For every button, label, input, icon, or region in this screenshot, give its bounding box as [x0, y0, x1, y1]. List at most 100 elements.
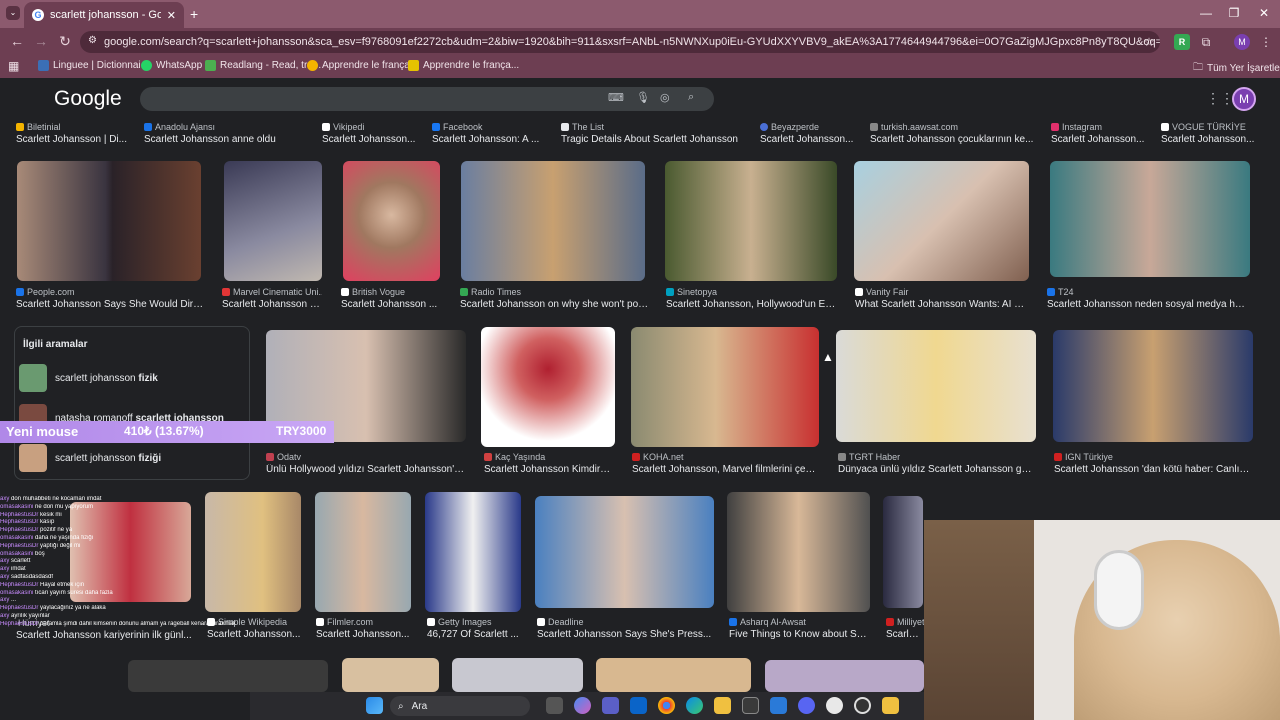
menu-icon[interactable]: ⋮	[1258, 34, 1274, 50]
copilot-icon[interactable]	[574, 697, 591, 714]
result-image[interactable]	[481, 327, 615, 447]
search-input[interactable]: ⌨ 🎙 ◎ ⌕	[140, 87, 714, 111]
result-caption[interactable]: Scarlett Johansson neden sosyal medya he…	[1047, 299, 1247, 310]
result-image[interactable]	[727, 492, 870, 612]
result-caption[interactable]: Scarlett Johansson: A ...	[432, 134, 544, 145]
result-caption[interactable]: Scarlett Johansson...	[760, 134, 856, 145]
result-source[interactable]: Sinetopya	[666, 287, 836, 297]
result-source[interactable]: Radio Times	[460, 287, 650, 297]
extension-r-icon[interactable]: R	[1174, 34, 1190, 50]
result-caption[interactable]: Dünyaca ünlü yıldız Scarlett Johansson g…	[838, 464, 1034, 475]
result-caption[interactable]: What Scarlett Johansson Wants: AI B...	[855, 299, 1027, 310]
store-icon[interactable]	[742, 697, 759, 714]
task-view-icon[interactable]	[546, 697, 563, 714]
result-source[interactable]: Kaç Yaşında	[484, 452, 614, 462]
teams-icon[interactable]	[602, 697, 619, 714]
microphone-icon[interactable]: 🎙	[636, 91, 650, 104]
result-source[interactable]: VOGUE TÜRKİYE	[1161, 122, 1261, 132]
result-source[interactable]: Odatv	[266, 452, 466, 462]
result-caption[interactable]: Scarlett Johansson Kimdir?...	[484, 464, 614, 475]
discord-icon[interactable]	[798, 697, 815, 714]
keyboard-icon[interactable]: ⌨	[608, 91, 624, 104]
result-source[interactable]: KOHA.net	[632, 452, 818, 462]
result-caption[interactable]: Scarlett Johansson | Di...	[16, 134, 136, 145]
result-image[interactable]	[425, 492, 521, 612]
result-image[interactable]	[596, 658, 751, 692]
result-caption[interactable]: Scarlett Johansson 'dan kötü haber: Canl…	[1054, 464, 1250, 475]
result-caption[interactable]: Scarlett Johansson Says She Would Dire..…	[16, 299, 206, 310]
back-button[interactable]: ←	[6, 33, 28, 49]
edge-icon[interactable]	[686, 697, 703, 714]
site-info-icon[interactable]: ⚙	[88, 35, 97, 46]
address-bar[interactable]: ⚙ google.com/search?q=scarlett+johansson…	[80, 31, 1160, 53]
result-caption[interactable]: Scarlett ...	[886, 629, 924, 640]
result-source[interactable]: T24	[1047, 287, 1247, 297]
restore-button[interactable]: ❐	[1226, 6, 1242, 20]
tab-active[interactable]: G scarlett johansson - Google'da A ✕	[24, 2, 184, 28]
result-caption[interactable]: Scarlett Johansson ...	[341, 299, 441, 310]
result-image[interactable]	[836, 330, 1036, 442]
start-button[interactable]	[366, 697, 383, 714]
bookmark-apprendre-1[interactable]: Apprendre le français	[307, 60, 417, 71]
result-source[interactable]: Vanity Fair	[855, 287, 1025, 297]
result-caption[interactable]: Scarlett Johansson, Marvel filmlerini çe…	[632, 464, 818, 475]
related-search-item[interactable]: scarlett johansson fiziği	[19, 443, 247, 473]
result-caption[interactable]: Scarlett Johansson...	[1051, 134, 1146, 145]
result-source[interactable]: IGN Türkiye	[1054, 452, 1254, 462]
result-image[interactable]	[315, 492, 411, 612]
result-image[interactable]	[883, 496, 923, 608]
result-source[interactable]: Instagram	[1051, 122, 1151, 132]
result-image[interactable]	[343, 161, 440, 281]
result-source[interactable]: Milliyet	[886, 617, 924, 627]
result-image[interactable]	[665, 161, 837, 281]
result-source[interactable]: Deadline	[537, 617, 715, 627]
result-caption[interactable]: Scarlett Johansson...	[322, 134, 426, 145]
search-icon[interactable]: ⌕	[688, 91, 694, 104]
result-caption[interactable]: Scarlett Johansson on why she won't poli…	[460, 299, 650, 310]
result-caption[interactable]: Scarlett Johansson, Hollywood'un En...	[666, 299, 838, 310]
result-source[interactable]: Facebook	[432, 122, 552, 132]
result-image[interactable]	[535, 496, 714, 608]
result-source[interactable]: TGRT Haber	[838, 452, 1038, 462]
result-source[interactable]: turkish.aawsat.com	[870, 122, 1040, 132]
result-source[interactable]: Filmler.com	[316, 617, 416, 627]
result-source[interactable]: Marvel Cinematic Uni...	[222, 287, 322, 297]
outlook-icon[interactable]	[630, 697, 647, 714]
result-caption[interactable]: Five Things to Know about Sc...	[729, 629, 867, 640]
result-caption[interactable]: Ünlü Hollywood yıldızı Scarlett Johansso…	[266, 464, 466, 475]
result-image[interactable]	[1050, 161, 1250, 277]
result-source[interactable]: British Vogue	[341, 287, 441, 297]
result-caption[interactable]: 46,727 Of Scarlett ...	[427, 629, 525, 640]
all-bookmarks[interactable]: 🗀 Tüm Yer İşaretleri	[1193, 60, 1280, 77]
vscode-icon[interactable]	[770, 697, 787, 714]
explorer-icon[interactable]	[714, 697, 731, 714]
bookmark-star-icon[interactable]: ☆	[1141, 34, 1157, 50]
tab-close-icon[interactable]: ✕	[167, 9, 176, 22]
result-image[interactable]	[765, 660, 924, 692]
result-caption[interactable]: Scarlett Johansson | ...	[222, 299, 322, 310]
app-icon[interactable]	[882, 697, 899, 714]
result-source[interactable]: People.com	[16, 287, 206, 297]
google-account-avatar[interactable]: M	[1232, 87, 1256, 111]
chrome-icon[interactable]	[658, 697, 675, 714]
extensions-icon[interactable]: ⧉	[1198, 34, 1214, 50]
result-caption[interactable]: Scarlett Johansson çocuklarının ke...	[870, 134, 1035, 145]
result-image[interactable]	[17, 161, 201, 281]
result-image[interactable]	[854, 161, 1029, 281]
result-image[interactable]	[452, 658, 583, 692]
profile-avatar[interactable]: M	[1234, 34, 1250, 50]
result-caption[interactable]: Scarlett Johansson...	[316, 629, 414, 640]
bookmark-linguee[interactable]: Linguee | Dictionnai...	[38, 60, 149, 71]
result-caption[interactable]: Scarlett Johansson Says She's Press...	[537, 629, 715, 640]
result-source[interactable]: Asharq Al-Awsat	[729, 617, 869, 627]
apps-grid-icon[interactable]: ▦	[8, 59, 19, 73]
bookmark-apprendre-2[interactable]: Apprendre le frança...	[408, 60, 519, 71]
result-caption[interactable]: Tragic Details About Scarlett Johansson	[561, 134, 746, 145]
result-source[interactable]: Biletinial	[16, 122, 136, 132]
reload-button[interactable]: ↻	[54, 33, 76, 50]
result-caption[interactable]: Scarlett Johansson anne oldu	[144, 134, 314, 145]
taskbar-search[interactable]: ⌕ Ara	[390, 696, 530, 716]
result-source[interactable]: The List	[561, 122, 741, 132]
result-image[interactable]	[224, 161, 322, 281]
result-image[interactable]	[342, 658, 439, 692]
